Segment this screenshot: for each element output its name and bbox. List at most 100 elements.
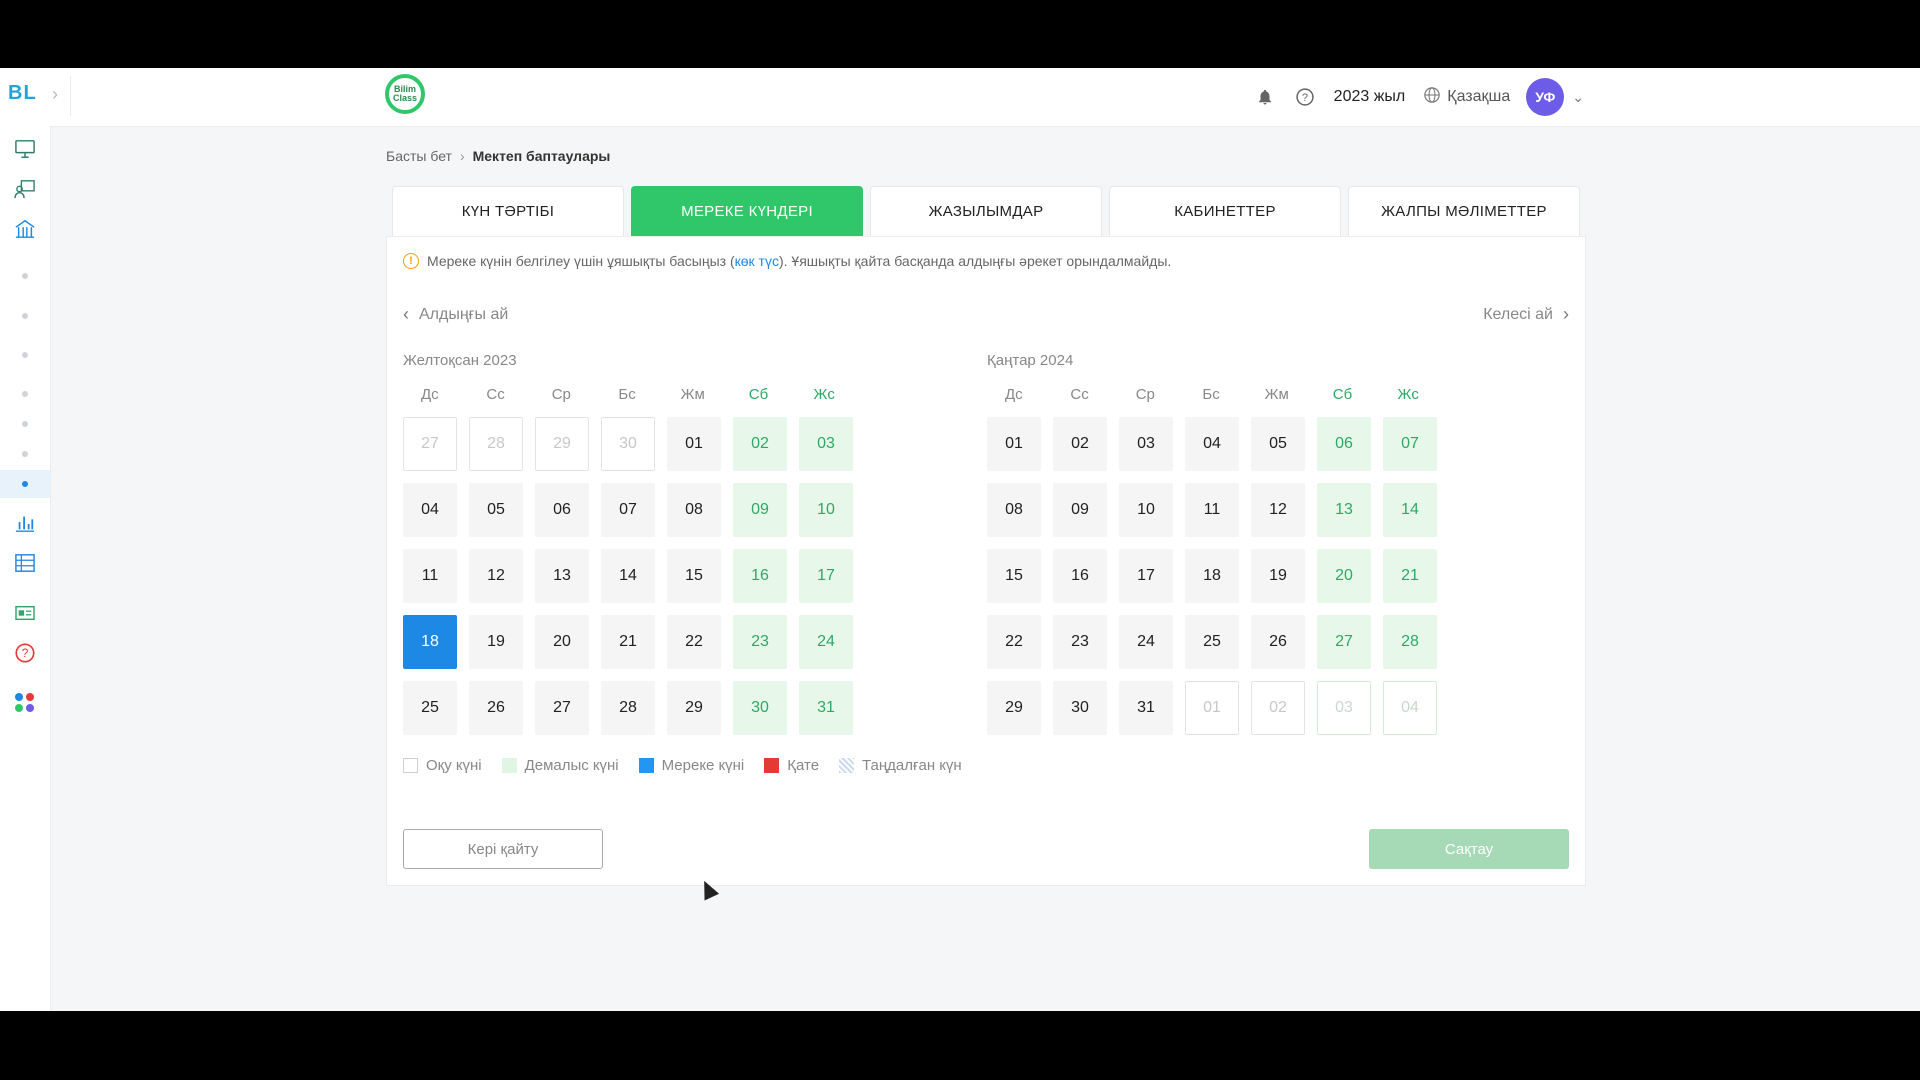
tab-subscriptions[interactable]: ЖАЗЫЛЫМДАР xyxy=(870,186,1102,236)
calendar-day[interactable]: 13 xyxy=(535,549,589,603)
calendar-day[interactable]: 10 xyxy=(1119,483,1173,537)
calendar-day[interactable]: 15 xyxy=(667,549,721,603)
calendar-day[interactable]: 02 xyxy=(733,417,787,471)
sidebar-item-school[interactable] xyxy=(0,212,50,246)
calendar-day[interactable]: 16 xyxy=(1053,549,1107,603)
calendar-day[interactable]: 25 xyxy=(1185,615,1239,669)
calendar-day[interactable]: 05 xyxy=(1251,417,1305,471)
calendar-day[interactable]: 20 xyxy=(1317,549,1371,603)
bell-icon[interactable] xyxy=(1254,86,1276,108)
calendar-day[interactable]: 18 xyxy=(1185,549,1239,603)
calendar-day[interactable]: 02 xyxy=(1251,681,1305,735)
sidebar-subitem-2[interactable] xyxy=(0,306,50,326)
sidebar-subitem-6[interactable] xyxy=(0,444,50,464)
calendar-day[interactable]: 04 xyxy=(1185,417,1239,471)
calendar-day[interactable]: 27 xyxy=(1317,615,1371,669)
calendar-day[interactable]: 09 xyxy=(1053,483,1107,537)
calendar-day[interactable]: 11 xyxy=(403,549,457,603)
sidebar-item-help[interactable]: ? xyxy=(0,636,50,670)
calendar-day[interactable]: 26 xyxy=(1251,615,1305,669)
sidebar-item-apps[interactable] xyxy=(0,686,50,720)
calendar-day[interactable]: 30 xyxy=(733,681,787,735)
tab-classrooms[interactable]: КАБИНЕТТЕР xyxy=(1109,186,1341,236)
calendar-day[interactable]: 31 xyxy=(799,681,853,735)
tab-schedule[interactable]: КҮН ТӘРТІБІ xyxy=(392,186,624,236)
calendar-day[interactable]: 29 xyxy=(535,417,589,471)
calendar-day[interactable]: 04 xyxy=(403,483,457,537)
calendar-day[interactable]: 27 xyxy=(535,681,589,735)
next-month-button[interactable]: Келесі ай › xyxy=(1483,304,1569,325)
sidebar-item-card[interactable] xyxy=(0,596,50,630)
sidebar-subitem-5[interactable] xyxy=(0,414,50,434)
academic-year[interactable]: 2023 жыл xyxy=(1334,88,1406,106)
calendar-day[interactable]: 10 xyxy=(799,483,853,537)
app-logo[interactable]: BL xyxy=(8,82,37,105)
calendar-day[interactable]: 21 xyxy=(1383,549,1437,603)
prev-month-button[interactable]: ‹ Алдыңғы ай xyxy=(403,304,508,325)
sidebar-subitem-3[interactable] xyxy=(0,345,50,365)
sidebar-item-reports[interactable] xyxy=(0,506,50,540)
calendar-day[interactable]: 08 xyxy=(667,483,721,537)
calendar-day[interactable]: 05 xyxy=(469,483,523,537)
calendar-day[interactable]: 25 xyxy=(403,681,457,735)
calendar-day[interactable]: 28 xyxy=(1383,615,1437,669)
calendar-day[interactable]: 07 xyxy=(1383,417,1437,471)
sidebar-item-table[interactable] xyxy=(0,546,50,580)
calendar-day[interactable]: 01 xyxy=(667,417,721,471)
sidebar-subitem-active[interactable] xyxy=(0,470,50,498)
calendar-day[interactable]: 03 xyxy=(1119,417,1173,471)
calendar-day[interactable]: 21 xyxy=(601,615,655,669)
calendar-day[interactable]: 12 xyxy=(469,549,523,603)
calendar-day[interactable]: 17 xyxy=(1119,549,1173,603)
calendar-day[interactable]: 03 xyxy=(1317,681,1371,735)
expand-sidebar-icon[interactable]: › xyxy=(52,84,58,105)
sidebar-item-teacher[interactable] xyxy=(0,172,50,206)
calendar-day[interactable]: 24 xyxy=(799,615,853,669)
calendar-day[interactable]: 20 xyxy=(535,615,589,669)
calendar-day[interactable]: 01 xyxy=(987,417,1041,471)
calendar-day[interactable]: 16 xyxy=(733,549,787,603)
calendar-day[interactable]: 30 xyxy=(601,417,655,471)
calendar-day[interactable]: 23 xyxy=(733,615,787,669)
calendar-day[interactable]: 17 xyxy=(799,549,853,603)
calendar-day[interactable]: 03 xyxy=(799,417,853,471)
tab-holidays[interactable]: МЕРЕКЕ КҮНДЕРІ xyxy=(631,186,863,236)
calendar-day[interactable]: 26 xyxy=(469,681,523,735)
calendar-day[interactable]: 14 xyxy=(601,549,655,603)
save-button[interactable]: Сақтау xyxy=(1369,829,1569,869)
calendar-day[interactable]: 04 xyxy=(1383,681,1437,735)
calendar-day[interactable]: 31 xyxy=(1119,681,1173,735)
back-button[interactable]: Кері қайту xyxy=(403,829,603,869)
calendar-day[interactable]: 22 xyxy=(667,615,721,669)
calendar-day[interactable]: 01 xyxy=(1185,681,1239,735)
help-icon[interactable]: ? xyxy=(1294,86,1316,108)
calendar-day[interactable]: 22 xyxy=(987,615,1041,669)
sidebar-subitem-4[interactable] xyxy=(0,384,50,404)
calendar-day[interactable]: 23 xyxy=(1053,615,1107,669)
chevron-down-icon[interactable]: ⌄ xyxy=(1572,89,1584,106)
calendar-day[interactable]: 19 xyxy=(469,615,523,669)
sidebar-subitem-1[interactable] xyxy=(0,266,50,286)
sidebar-item-monitor[interactable] xyxy=(0,132,50,166)
brand-logo[interactable]: Bilim Class xyxy=(385,74,425,114)
calendar-day[interactable]: 30 xyxy=(1053,681,1107,735)
calendar-day[interactable]: 14 xyxy=(1383,483,1437,537)
calendar-day[interactable]: 28 xyxy=(601,681,655,735)
breadcrumb-home[interactable]: Басты бет xyxy=(386,148,452,164)
calendar-day[interactable]: 15 xyxy=(987,549,1041,603)
calendar-day[interactable]: 06 xyxy=(1317,417,1371,471)
calendar-day[interactable]: 28 xyxy=(469,417,523,471)
calendar-day[interactable]: 12 xyxy=(1251,483,1305,537)
avatar[interactable]: УФ xyxy=(1526,78,1565,116)
calendar-day[interactable]: 11 xyxy=(1185,483,1239,537)
calendar-day[interactable]: 29 xyxy=(667,681,721,735)
calendar-day[interactable]: 29 xyxy=(987,681,1041,735)
calendar-day[interactable]: 27 xyxy=(403,417,457,471)
calendar-day[interactable]: 18 xyxy=(403,615,457,669)
calendar-day[interactable]: 13 xyxy=(1317,483,1371,537)
calendar-day[interactable]: 02 xyxy=(1053,417,1107,471)
calendar-day[interactable]: 07 xyxy=(601,483,655,537)
calendar-day[interactable]: 08 xyxy=(987,483,1041,537)
language-selector[interactable]: Қазақша xyxy=(1423,86,1510,109)
calendar-day[interactable]: 06 xyxy=(535,483,589,537)
